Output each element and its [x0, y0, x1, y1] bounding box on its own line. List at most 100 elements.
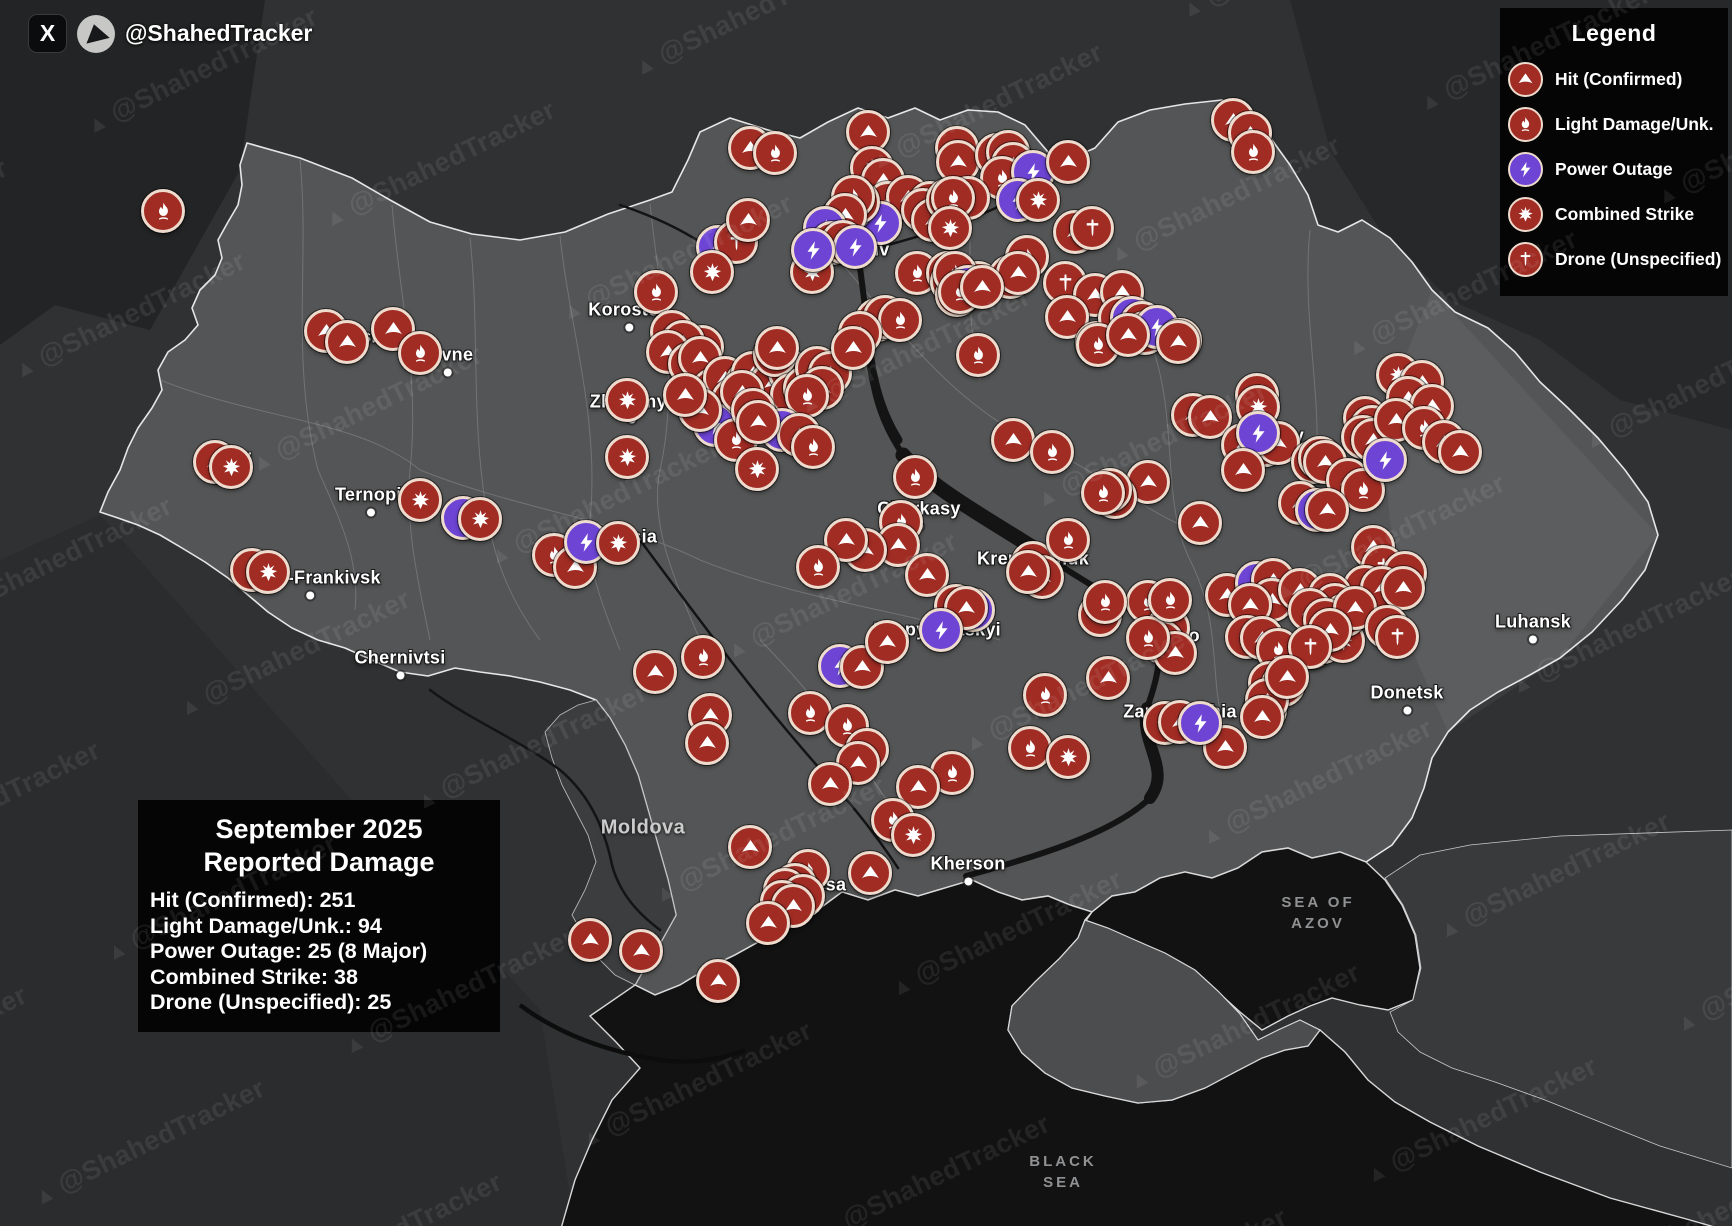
combined-marker-icon	[1508, 197, 1543, 232]
legend-rows: Hit (Confirmed)Light Damage/Unk.Power Ou…	[1500, 57, 1728, 282]
marker-power[interactable]	[1178, 701, 1222, 745]
marker-hit[interactable]	[1006, 550, 1050, 594]
stat-value: 25 (8 Major)	[308, 939, 427, 963]
stat-value: 25	[367, 990, 391, 1014]
marker-light[interactable]	[398, 331, 442, 375]
stat-value: 94	[358, 914, 382, 938]
marker-combined[interactable]	[1046, 735, 1090, 779]
marker-combined[interactable]	[605, 435, 649, 479]
marker-hit[interactable]	[736, 400, 780, 444]
stat-label: Combined Strike	[150, 965, 334, 989]
shahed-tracker-map: KorostenZhytomyrLutskRivneKyivLvivTernop…	[0, 0, 1732, 1226]
marker-light[interactable]	[956, 333, 1000, 377]
marker-hit[interactable]	[1381, 566, 1425, 610]
stat-label: Drone (Unspecified)	[150, 990, 367, 1014]
marker-combined[interactable]	[209, 445, 253, 489]
marker-hit[interactable]	[633, 650, 677, 694]
legend-item-label: Drone (Unspecified)	[1555, 249, 1721, 270]
marker-combined[interactable]	[928, 206, 972, 250]
marker-hit[interactable]	[619, 929, 663, 973]
marker-light[interactable]	[1231, 130, 1275, 174]
legend-panel: Legend Hit (Confirmed)Light Damage/Unk.P…	[1500, 8, 1728, 296]
shahedtracker-avatar[interactable]	[77, 15, 115, 53]
marker-combined[interactable]	[690, 250, 734, 294]
x-twitter-icon[interactable]: X	[28, 14, 67, 53]
marker-combined[interactable]	[398, 478, 442, 522]
marker-hit[interactable]	[1438, 430, 1482, 474]
legend-item-power: Power Outage	[1500, 147, 1728, 192]
stat-value: 251	[320, 888, 356, 912]
stat-row: Combined Strike38	[150, 965, 500, 991]
marker-power[interactable]	[791, 228, 835, 272]
marker-hit[interactable]	[685, 721, 729, 765]
stat-row: Power Outage25 (8 Major)	[150, 939, 500, 965]
legend-item-label: Combined Strike	[1555, 204, 1694, 225]
marker-hit[interactable]	[831, 326, 875, 370]
marker-power[interactable]	[1363, 438, 1407, 482]
marker-hit[interactable]	[1086, 656, 1130, 700]
stat-label: Light Damage/Unk.	[150, 914, 358, 938]
marker-hit[interactable]	[1046, 140, 1090, 184]
marker-light[interactable]	[1083, 580, 1127, 624]
marker-light[interactable]	[1046, 518, 1090, 562]
marker-light[interactable]	[753, 131, 797, 175]
marker-hit[interactable]	[808, 762, 852, 806]
marker-combined[interactable]	[735, 447, 779, 491]
marker-light[interactable]	[141, 189, 185, 233]
marker-hit[interactable]	[728, 825, 772, 869]
marker-hit[interactable]	[1240, 695, 1284, 739]
marker-hit[interactable]	[1106, 313, 1150, 357]
marker-combined[interactable]	[596, 521, 640, 565]
legend-item-light: Light Damage/Unk.	[1500, 102, 1728, 147]
marker-hit[interactable]	[1305, 488, 1349, 532]
marker-hit[interactable]	[1265, 655, 1309, 699]
brand-bar: X @ShahedTracker	[28, 14, 312, 53]
marker-hit[interactable]	[960, 265, 1004, 309]
marker-hit[interactable]	[663, 373, 707, 417]
marker-light[interactable]	[878, 298, 922, 342]
marker-light[interactable]	[791, 425, 835, 469]
marker-drone[interactable]	[1070, 206, 1114, 250]
marker-light[interactable]	[1030, 430, 1074, 474]
marker-light[interactable]	[1126, 616, 1170, 660]
marker-light[interactable]	[1023, 673, 1067, 717]
marker-light[interactable]	[893, 455, 937, 499]
marker-light[interactable]	[796, 545, 840, 589]
marker-hit[interactable]	[848, 851, 892, 895]
marker-light[interactable]	[1008, 726, 1052, 770]
marker-hit[interactable]	[325, 320, 369, 364]
stat-row: Hit (Confirmed)251	[150, 888, 500, 914]
marker-hit[interactable]	[726, 198, 770, 242]
marker-drone[interactable]	[1375, 615, 1419, 659]
marker-hit[interactable]	[865, 620, 909, 664]
marker-hit[interactable]	[991, 418, 1035, 462]
marker-hit[interactable]	[1221, 448, 1265, 492]
hit-marker-icon	[1508, 62, 1543, 97]
marker-combined[interactable]	[246, 550, 290, 594]
marker-light[interactable]	[634, 270, 678, 314]
marker-light[interactable]	[681, 635, 725, 679]
marker-hit[interactable]	[755, 326, 799, 370]
marker-power[interactable]	[919, 608, 963, 652]
legend-item-label: Light Damage/Unk.	[1555, 114, 1714, 135]
marker-hit[interactable]	[1156, 320, 1200, 364]
stats-rows: Hit (Confirmed)251Light Damage/Unk.94Pow…	[150, 888, 500, 1016]
marker-hit[interactable]	[746, 901, 790, 945]
marker-hit[interactable]	[1178, 501, 1222, 545]
marker-light[interactable]	[1081, 471, 1125, 515]
marker-hit[interactable]	[696, 959, 740, 1003]
marker-power[interactable]	[833, 225, 877, 269]
marker-combined[interactable]	[891, 813, 935, 857]
marker-combined[interactable]	[605, 378, 649, 422]
account-handle[interactable]: @ShahedTracker	[125, 20, 312, 47]
marker-combined[interactable]	[458, 497, 502, 541]
legend-item-drone: Drone (Unspecified)	[1500, 237, 1728, 282]
stats-panel: September 2025 Reported Damage Hit (Conf…	[138, 800, 500, 1032]
drone-logo-icon	[82, 21, 109, 43]
stat-row: Drone (Unspecified)25	[150, 990, 500, 1016]
legend-title: Legend	[1500, 20, 1728, 47]
marker-combined[interactable]	[1016, 178, 1060, 222]
stat-value: 38	[334, 965, 358, 989]
marker-light[interactable]	[1148, 578, 1192, 622]
marker-hit[interactable]	[568, 918, 612, 962]
